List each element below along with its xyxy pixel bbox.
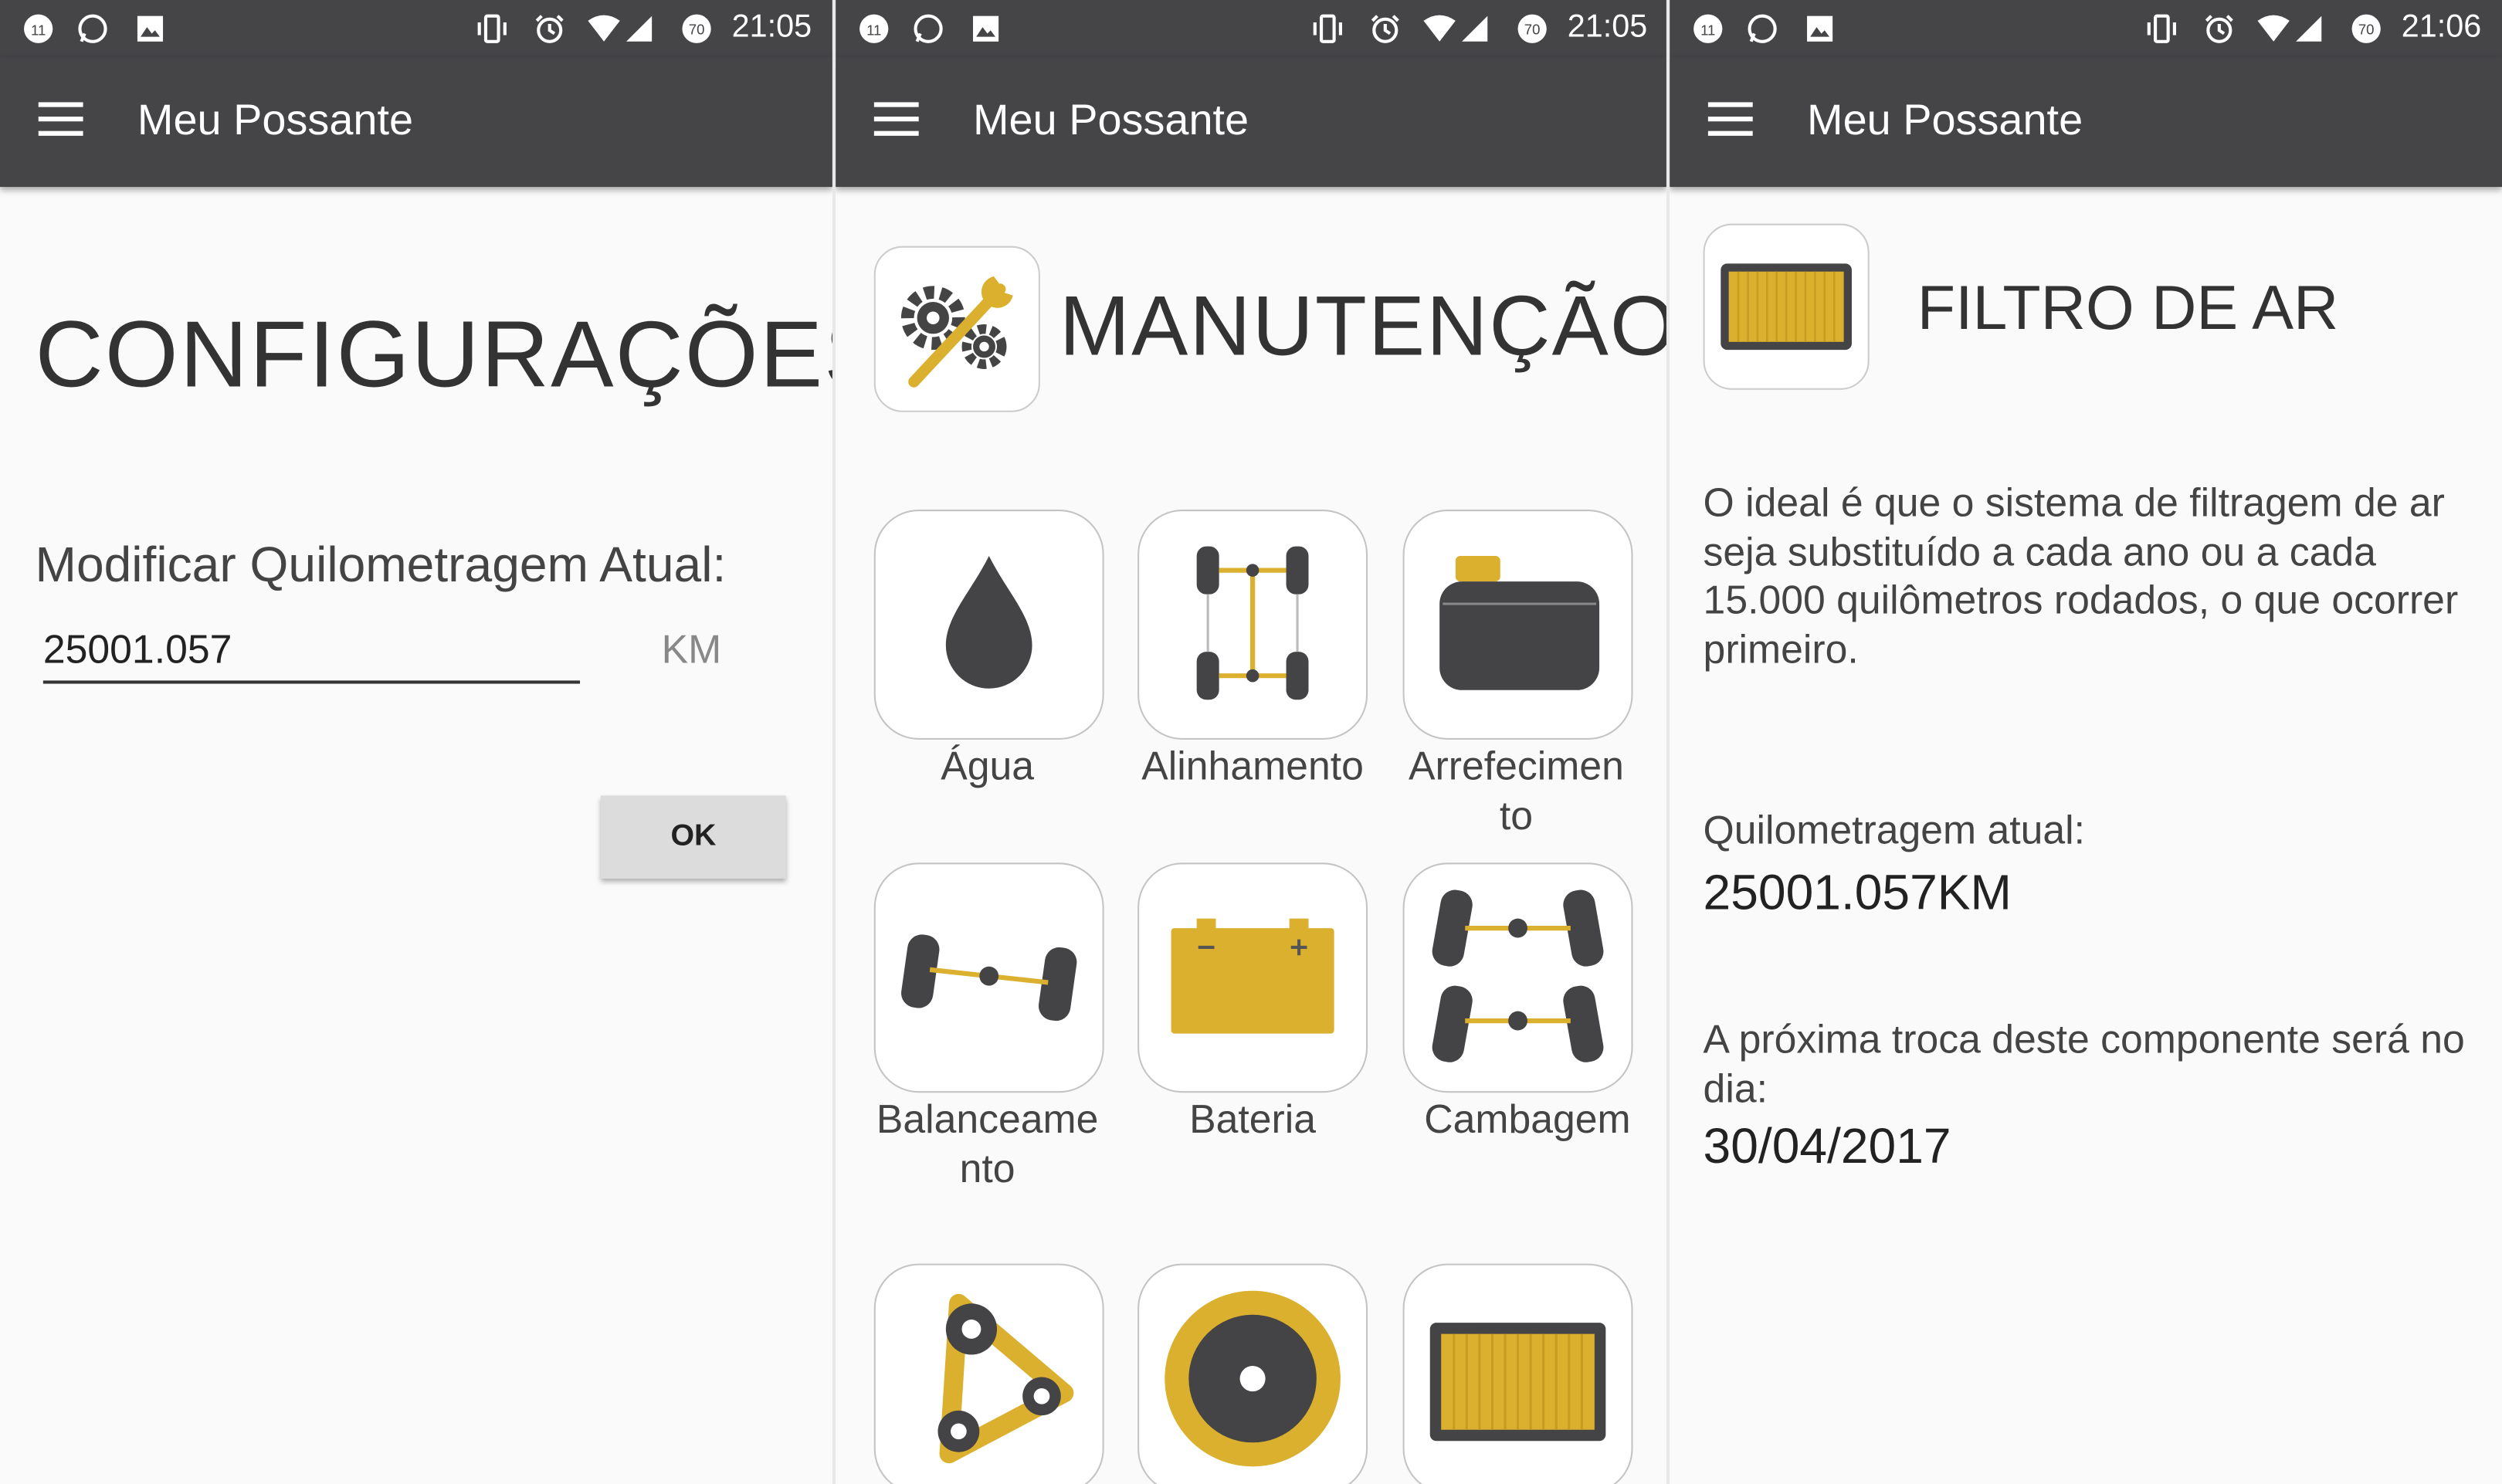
hamburger-menu-icon[interactable] <box>38 100 86 139</box>
notification-count-icon: 11 <box>859 14 889 43</box>
battery-level-icon: 70 <box>1517 14 1547 43</box>
vibrate-icon <box>2147 14 2176 43</box>
maintenance-item-filtro-de-ar[interactable] <box>1402 1263 1633 1484</box>
timing-belt-icon <box>937 1293 1074 1464</box>
alarm-icon <box>535 15 564 43</box>
next-change-date: 30/04/2017 <box>1703 1118 1951 1174</box>
page-title: CONFIGURAÇÕES <box>35 302 832 408</box>
status-bar: 11 70 21:06 <box>1670 0 2502 58</box>
settings-screen: 11 70 21:05 Meu Possante CONFIGURAÇÕES M… <box>0 0 832 1484</box>
gears-wrench-icon <box>873 246 1040 412</box>
camber-icon <box>1432 889 1604 1062</box>
wheel-balancing-icon <box>901 934 1077 1022</box>
whatsapp-icon <box>1748 14 1777 43</box>
next-change-label: A próxima troca deste componente será no… <box>1703 1017 2465 1113</box>
current-mileage-label: Quilometragem atual: <box>1703 808 2086 853</box>
whatsapp-icon <box>78 14 107 43</box>
mileage-unit: KM <box>661 628 722 673</box>
battery-level-icon: 70 <box>682 14 711 43</box>
tile-label-bateria: Bateria <box>1189 1097 1317 1143</box>
whatsapp-icon <box>914 14 943 43</box>
brake-disc-icon <box>1165 1290 1341 1467</box>
maintenance-screen: 11 70 21:05 Meu Possante MANUTENÇÃO Água… <box>836 0 1666 1484</box>
maintenance-item-correia[interactable] <box>873 1263 1104 1484</box>
vibrate-icon <box>1313 14 1342 43</box>
app-title: Meu Possante <box>973 96 1249 144</box>
air-filter-icon <box>1429 1323 1606 1442</box>
tile-label-arrefecimento: Arrefecimen to <box>1409 744 1624 839</box>
svg-text:11: 11 <box>31 22 46 39</box>
tile-label-balanceamento: Balanceame nto <box>876 1097 1099 1192</box>
screenshot-stage: 11 70 21:05 Meu Possante CONFIGURAÇÕES M… <box>0 0 2502 1484</box>
app-bar: Meu Possante <box>1670 57 2502 188</box>
air-filter-screen: 11 70 21:06 Meu Possante FILTRO DE AR O … <box>1670 0 2502 1484</box>
mileage-input[interactable] <box>42 619 581 684</box>
hamburger-menu-icon[interactable] <box>1707 100 1756 139</box>
page-title: MANUTENÇÃO <box>1059 280 1666 374</box>
component-description: O ideal é que o sistema de filtragem de … <box>1703 480 2459 673</box>
tile-label-alinhamento: Alinhamento <box>1141 744 1364 790</box>
svg-text:70: 70 <box>2358 21 2375 37</box>
status-time: 21:06 <box>2401 9 2482 45</box>
status-bar: 11 70 21:05 <box>0 0 832 58</box>
notification-count-icon: 11 <box>1693 14 1723 43</box>
coolant-reservoir-icon <box>1439 556 1600 690</box>
alignment-icon <box>1196 546 1309 700</box>
maintenance-item-cambagem[interactable] <box>1402 862 1633 1093</box>
water-drop-icon <box>945 556 1032 689</box>
svg-text:70: 70 <box>689 21 705 37</box>
maintenance-item-balanceamento[interactable] <box>873 862 1104 1093</box>
app-bar: Meu Possante <box>836 57 1666 188</box>
app-title: Meu Possante <box>1807 96 2083 144</box>
tile-label-cambagem: Cambagem <box>1424 1097 1631 1143</box>
signal-icon <box>1423 15 1488 42</box>
status-time: 21:05 <box>731 9 812 45</box>
notification-count-icon: 11 <box>24 14 53 43</box>
battery-icon <box>1171 918 1334 1034</box>
image-icon <box>1807 15 1833 42</box>
maintenance-item-arrefecimento[interactable] <box>1402 510 1633 740</box>
maintenance-item-alinhamento[interactable] <box>1137 510 1368 740</box>
maintenance-item-bateria[interactable] <box>1137 862 1368 1093</box>
signal-icon <box>588 15 653 42</box>
battery-level-icon: 70 <box>2351 14 2381 43</box>
image-icon <box>137 15 164 42</box>
page-title: FILTRO DE AR <box>1917 274 2339 344</box>
svg-text:70: 70 <box>1524 21 1541 37</box>
svg-text:11: 11 <box>1700 22 1715 39</box>
air-filter-icon <box>1703 223 1870 390</box>
status-bar: 11 70 21:05 <box>836 0 1666 58</box>
alarm-icon <box>2205 15 2233 43</box>
app-title: Meu Possante <box>137 96 414 144</box>
hamburger-menu-icon[interactable] <box>873 100 922 139</box>
status-time: 21:05 <box>1567 9 1648 45</box>
ok-button[interactable]: OK <box>600 795 786 879</box>
mileage-label: Modificar Quilometragem Atual: <box>35 537 727 593</box>
vibrate-icon <box>477 14 507 43</box>
signal-icon <box>2257 15 2322 42</box>
current-mileage-value: 25001.057KM <box>1703 864 2012 920</box>
maintenance-item-freio[interactable] <box>1137 1263 1368 1484</box>
app-bar: Meu Possante <box>0 57 832 188</box>
image-icon <box>973 15 999 42</box>
tile-label-agua: Água <box>941 744 1035 790</box>
maintenance-item-agua[interactable] <box>873 510 1104 740</box>
alarm-icon <box>1371 15 1399 43</box>
svg-text:11: 11 <box>866 22 881 39</box>
